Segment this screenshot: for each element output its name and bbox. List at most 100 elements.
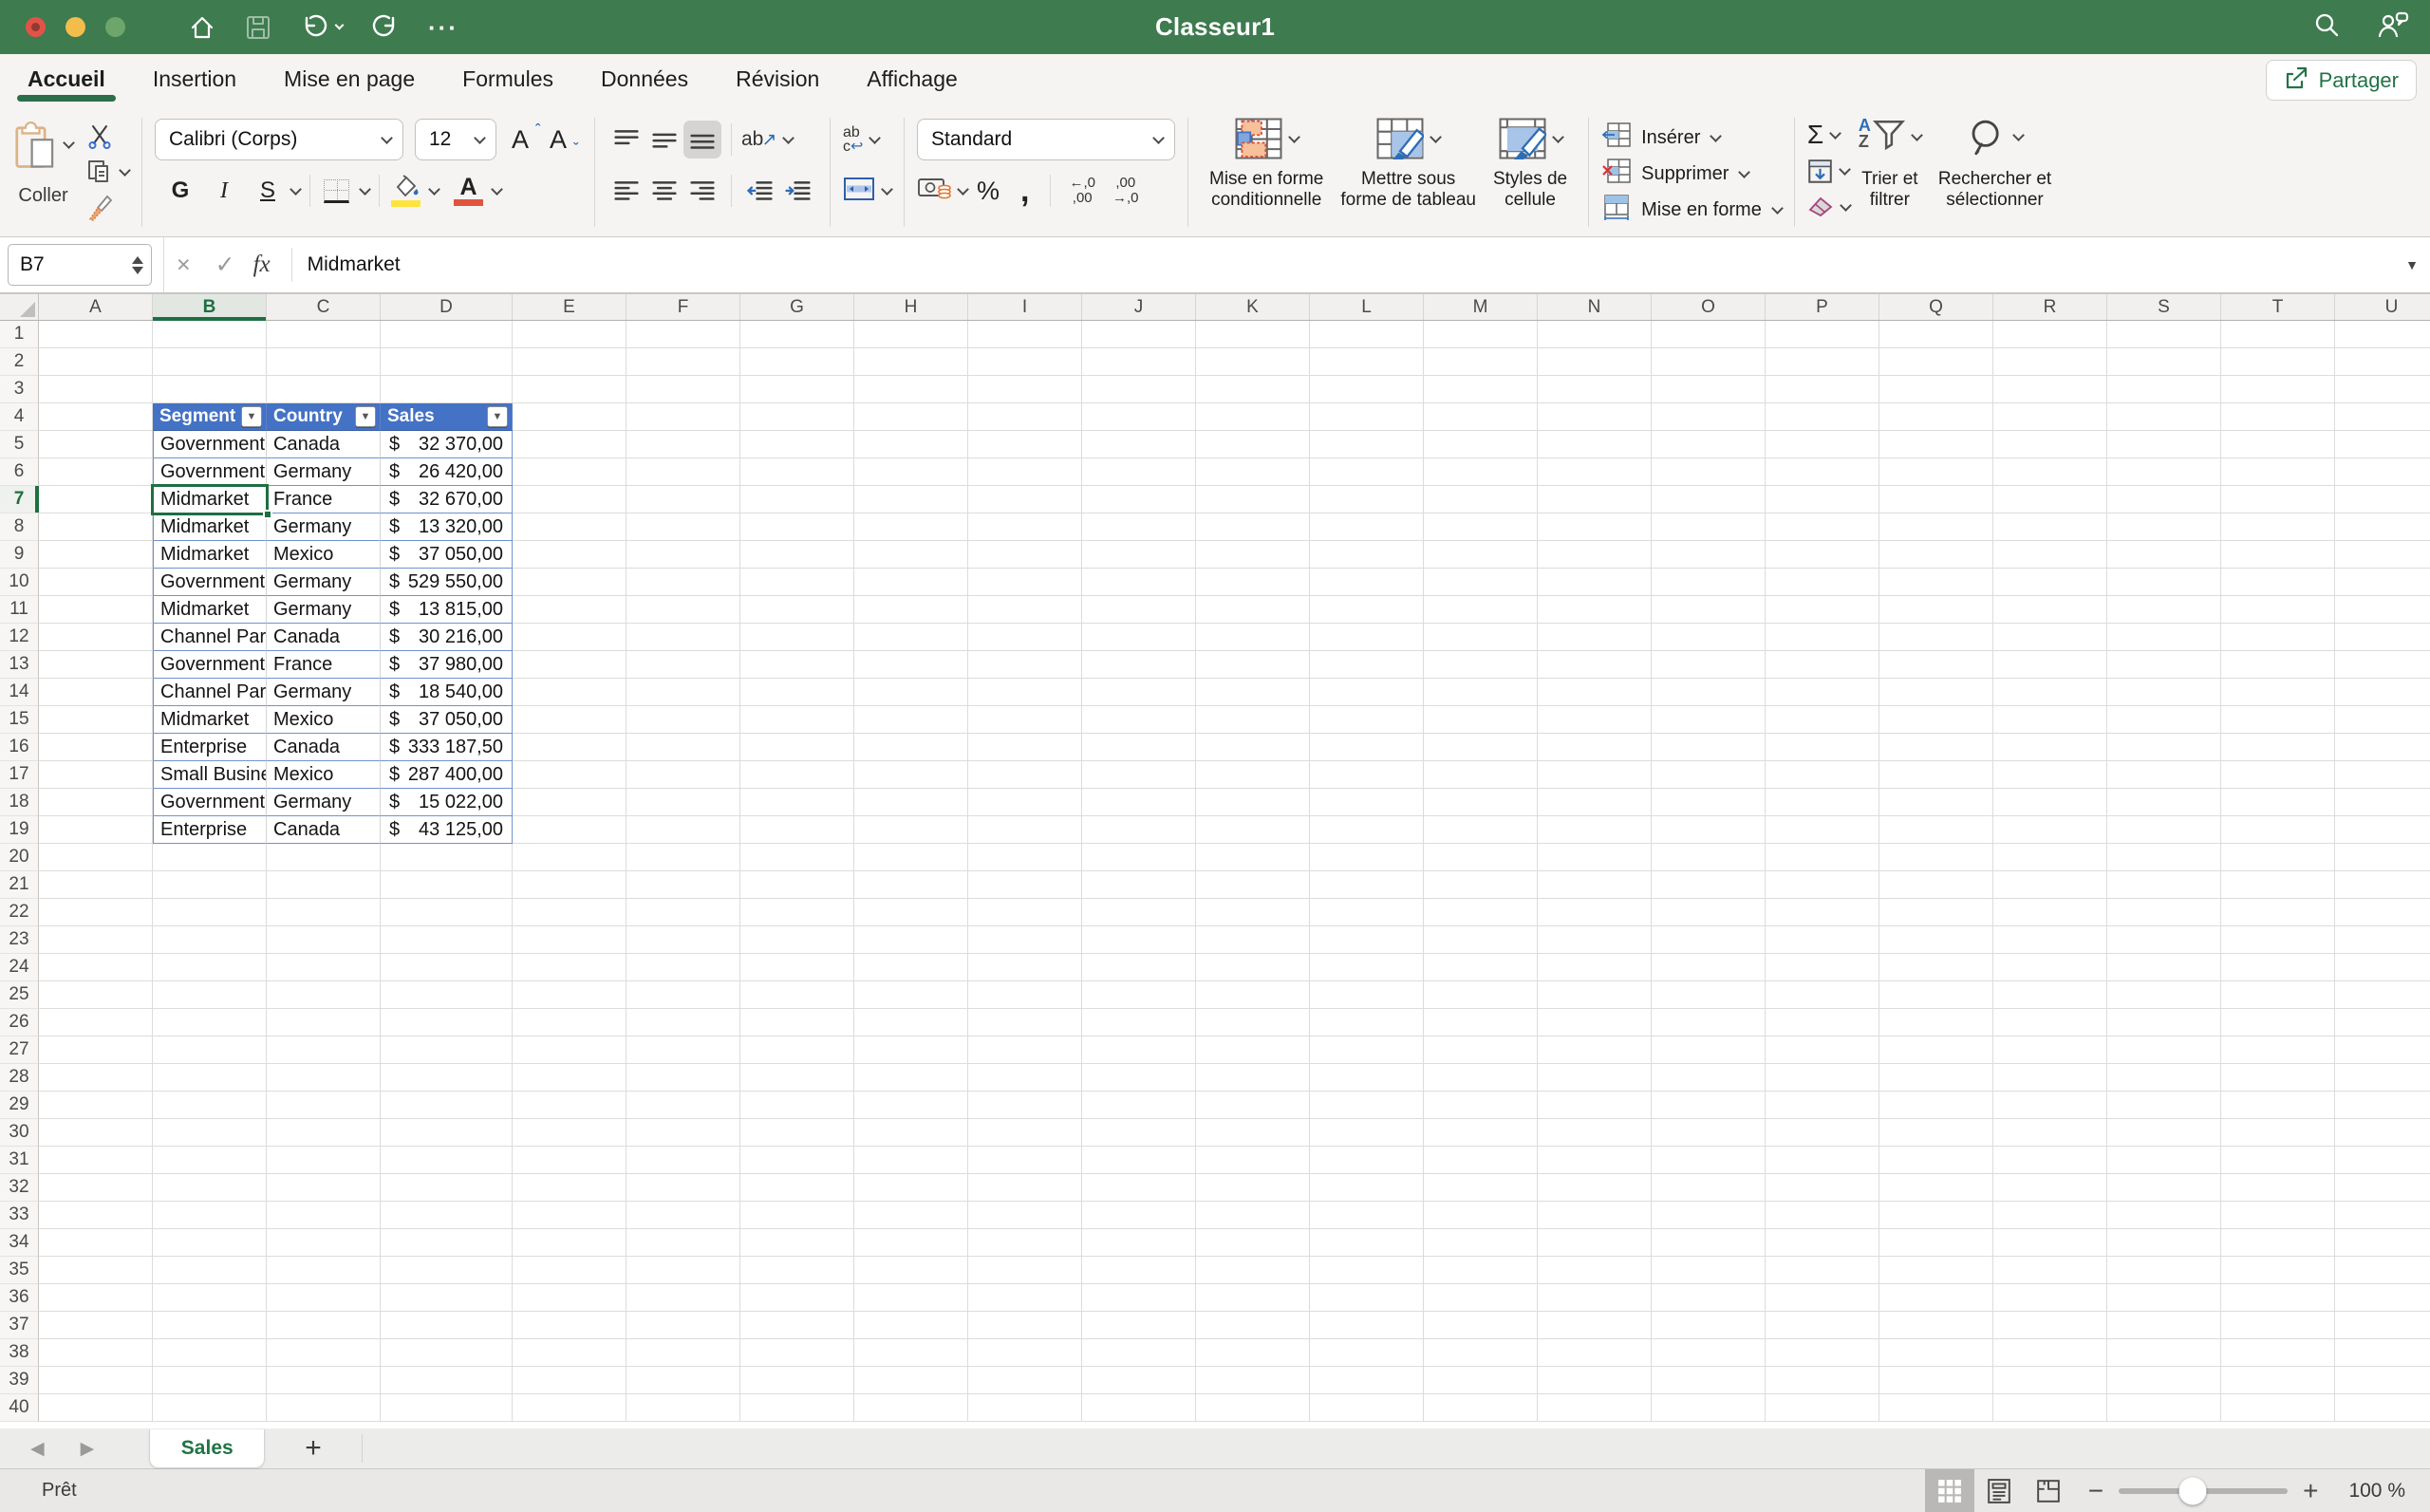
cell-L17[interactable] (1310, 761, 1424, 789)
cell-H1[interactable] (854, 321, 968, 348)
cell-R6[interactable] (1993, 458, 2107, 486)
cell-C17[interactable]: Mexico (267, 761, 381, 789)
format-cells-button[interactable]: Mise en forme (1601, 194, 1782, 226)
cell-U11[interactable] (2335, 596, 2430, 624)
cell-B10[interactable]: Government (153, 569, 267, 596)
cell-I10[interactable] (968, 569, 1082, 596)
row-header-7[interactable]: 7 (0, 486, 39, 513)
cell-R25[interactable] (1993, 981, 2107, 1009)
cell-K27[interactable] (1196, 1036, 1310, 1064)
cell-S26[interactable] (2107, 1009, 2221, 1036)
cell-O38[interactable] (1652, 1339, 1766, 1367)
cell-S37[interactable] (2107, 1312, 2221, 1339)
cell-K21[interactable] (1196, 871, 1310, 899)
column-header-L[interactable]: L (1310, 294, 1424, 320)
cell-O37[interactable] (1652, 1312, 1766, 1339)
paste-chevron-icon[interactable] (63, 137, 75, 149)
cell-E22[interactable] (513, 899, 626, 926)
cell-D15[interactable]: $37 050,00 (381, 706, 513, 734)
row-header-12[interactable]: 12 (0, 624, 39, 651)
row-header-21[interactable]: 21 (0, 871, 39, 899)
cell-C39[interactable] (267, 1367, 381, 1394)
cell-A20[interactable] (39, 844, 153, 871)
cell-I13[interactable] (968, 651, 1082, 679)
cell-D32[interactable] (381, 1174, 513, 1202)
share-button[interactable]: Partager (2266, 60, 2417, 101)
cell-D8[interactable]: $13 320,00 (381, 513, 513, 541)
cell-O23[interactable] (1652, 926, 1766, 954)
cell-P36[interactable] (1766, 1284, 1879, 1312)
cell-J13[interactable] (1082, 651, 1196, 679)
orientation-button[interactable]: ab↗ (741, 128, 793, 151)
cell-G38[interactable] (740, 1339, 854, 1367)
cell-N4[interactable] (1538, 403, 1652, 431)
cell-H13[interactable] (854, 651, 968, 679)
cell-C2[interactable] (267, 348, 381, 376)
cell-G34[interactable] (740, 1229, 854, 1257)
cell-S18[interactable] (2107, 789, 2221, 816)
cell-F8[interactable] (626, 513, 740, 541)
cell-S6[interactable] (2107, 458, 2221, 486)
cell-K36[interactable] (1196, 1284, 1310, 1312)
cell-B25[interactable] (153, 981, 267, 1009)
cell-J21[interactable] (1082, 871, 1196, 899)
cell-N18[interactable] (1538, 789, 1652, 816)
row-header-33[interactable]: 33 (0, 1202, 39, 1229)
cell-G31[interactable] (740, 1147, 854, 1174)
comma-style-button[interactable]: , (1020, 181, 1029, 200)
close-window-button[interactable] (26, 17, 46, 37)
cell-A5[interactable] (39, 431, 153, 458)
cell-P38[interactable] (1766, 1339, 1879, 1367)
cell-J15[interactable] (1082, 706, 1196, 734)
cell-K16[interactable] (1196, 734, 1310, 761)
percent-style-button[interactable]: % (977, 177, 1000, 206)
cell-Q31[interactable] (1879, 1147, 1993, 1174)
column-header-J[interactable]: J (1082, 294, 1196, 320)
cell-P24[interactable] (1766, 954, 1879, 981)
align-top-button[interactable] (608, 121, 645, 159)
cell-T27[interactable] (2221, 1036, 2335, 1064)
cell-C36[interactable] (267, 1284, 381, 1312)
row-header-3[interactable]: 3 (0, 376, 39, 403)
cell-F28[interactable] (626, 1064, 740, 1092)
cell-N26[interactable] (1538, 1009, 1652, 1036)
cell-G23[interactable] (740, 926, 854, 954)
wrap-text-button[interactable]: abc↩ (843, 125, 879, 154)
cell-F10[interactable] (626, 569, 740, 596)
prev-sheet-button[interactable]: ◀ (30, 1438, 45, 1460)
cell-S10[interactable] (2107, 569, 2221, 596)
cell-S35[interactable] (2107, 1257, 2221, 1284)
select-all-corner[interactable] (0, 294, 39, 320)
cell-R40[interactable] (1993, 1394, 2107, 1422)
cell-N40[interactable] (1538, 1394, 1652, 1422)
cell-R3[interactable] (1993, 376, 2107, 403)
cell-O24[interactable] (1652, 954, 1766, 981)
cell-C31[interactable] (267, 1147, 381, 1174)
zoom-slider[interactable] (2119, 1488, 2288, 1494)
cell-P39[interactable] (1766, 1367, 1879, 1394)
cell-B28[interactable] (153, 1064, 267, 1092)
cell-E27[interactable] (513, 1036, 626, 1064)
cell-G16[interactable] (740, 734, 854, 761)
cell-J25[interactable] (1082, 981, 1196, 1009)
cell-P17[interactable] (1766, 761, 1879, 789)
cell-G8[interactable] (740, 513, 854, 541)
cell-L27[interactable] (1310, 1036, 1424, 1064)
cell-A36[interactable] (39, 1284, 153, 1312)
cell-L13[interactable] (1310, 651, 1424, 679)
cell-G40[interactable] (740, 1394, 854, 1422)
row-header-8[interactable]: 8 (0, 513, 39, 541)
cell-S15[interactable] (2107, 706, 2221, 734)
cell-I2[interactable] (968, 348, 1082, 376)
cell-A25[interactable] (39, 981, 153, 1009)
zoom-window-button[interactable] (105, 17, 125, 37)
cell-Q4[interactable] (1879, 403, 1993, 431)
cell-C10[interactable]: Germany (267, 569, 381, 596)
cell-U38[interactable] (2335, 1339, 2430, 1367)
cell-T22[interactable] (2221, 899, 2335, 926)
cell-Q35[interactable] (1879, 1257, 1993, 1284)
cell-U32[interactable] (2335, 1174, 2430, 1202)
cell-P3[interactable] (1766, 376, 1879, 403)
cell-L10[interactable] (1310, 569, 1424, 596)
increase-indent-button[interactable] (779, 172, 817, 210)
